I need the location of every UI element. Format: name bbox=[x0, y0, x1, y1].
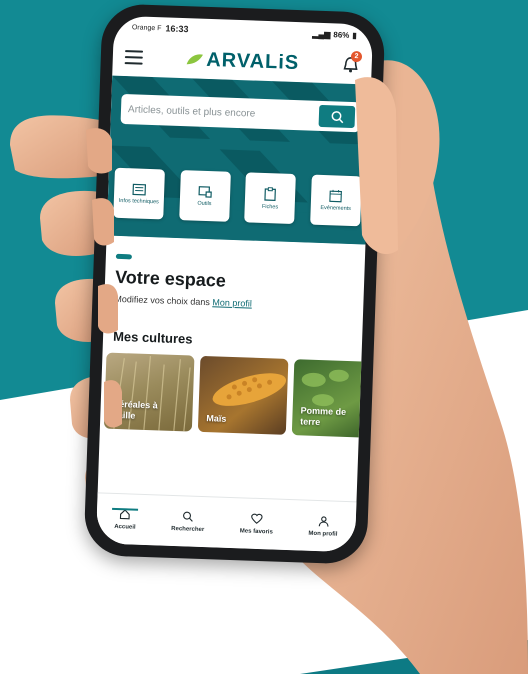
search-icon bbox=[183, 511, 194, 522]
cultures-heading: Mes cultures bbox=[112, 328, 193, 347]
search-button[interactable] bbox=[318, 104, 356, 129]
culture-label: Maïs bbox=[206, 413, 227, 424]
section-accent bbox=[115, 253, 132, 260]
heart-icon bbox=[251, 513, 263, 524]
main-content: Votre espace Modifiez vos choix dans Mon… bbox=[100, 236, 374, 439]
document-icon bbox=[132, 183, 147, 195]
quick-link-label: Evénements bbox=[320, 204, 352, 213]
battery-icon: ▮ bbox=[352, 30, 357, 40]
leaf-logo-icon bbox=[186, 54, 203, 65]
tab-accueil[interactable]: Accueil bbox=[114, 508, 136, 531]
quick-link-label: Outils bbox=[197, 200, 212, 207]
tab-favoris[interactable]: Mes favoris bbox=[240, 512, 274, 535]
cultures-list: Céréales à paille Maïs Pomme de terre bbox=[103, 352, 374, 439]
battery-percent: 86% bbox=[333, 29, 350, 40]
carrier-label: Orange F bbox=[131, 23, 162, 32]
subtitle-text: Modifiez vos choix dans bbox=[114, 293, 211, 308]
arvalis-logo[interactable]: ARVALiS bbox=[185, 48, 300, 75]
tab-label: Mes favoris bbox=[239, 528, 273, 536]
bottom-tab-bar: Accueil Rechercher Mes favoris Mon profi… bbox=[95, 492, 357, 553]
tab-label: Accueil bbox=[114, 523, 136, 531]
search-input[interactable]: Articles, outils et plus encore bbox=[128, 104, 319, 122]
culture-card-pomme-de-terre[interactable]: Pomme de terre bbox=[291, 359, 374, 439]
tab-label: Mon profil bbox=[308, 530, 338, 538]
tab-profil[interactable]: Mon profil bbox=[308, 515, 338, 538]
smartphone: Orange F 16:33 ▂▄▆ 86% ▮ ARVALiS 2 Artic… bbox=[83, 3, 386, 565]
quick-link-infos[interactable]: Infos techniques bbox=[113, 167, 165, 220]
quick-links: Infos techniques Outils Fiches Evénement… bbox=[113, 167, 362, 227]
culture-label: Céréales à paille bbox=[112, 398, 158, 421]
culture-card-mais[interactable]: Maïs bbox=[197, 355, 289, 435]
page-title: Votre espace bbox=[114, 266, 227, 291]
signal-icon: ▂▄▆ bbox=[312, 29, 331, 39]
bell-icon[interactable]: 2 bbox=[341, 50, 363, 75]
notification-badge: 2 bbox=[350, 50, 363, 63]
tab-label: Rechercher bbox=[171, 525, 205, 534]
space-subtitle: Modifiez vos choix dans Mon profil bbox=[114, 294, 353, 312]
tab-rechercher[interactable]: Rechercher bbox=[171, 510, 205, 533]
quick-link-label: Infos techniques bbox=[118, 197, 159, 205]
clock: 16:33 bbox=[165, 23, 189, 35]
logo-text: ARVALiS bbox=[205, 48, 300, 74]
tools-icon bbox=[198, 185, 212, 198]
hamburger-icon[interactable] bbox=[124, 50, 144, 65]
quick-link-label: Fiches bbox=[261, 203, 279, 210]
hero-banner: Articles, outils et plus encore Infos te… bbox=[106, 75, 372, 245]
calendar-icon bbox=[329, 189, 343, 203]
quick-link-fiches[interactable]: Fiches bbox=[244, 172, 297, 225]
profile-link[interactable]: Mon profil bbox=[212, 297, 252, 308]
user-icon bbox=[318, 516, 329, 527]
quick-link-outils[interactable]: Outils bbox=[178, 170, 231, 222]
culture-card-cereales[interactable]: Céréales à paille bbox=[103, 352, 195, 432]
app-screen: Orange F 16:33 ▂▄▆ 86% ▮ ARVALiS 2 Artic… bbox=[95, 15, 374, 553]
search-icon bbox=[331, 110, 343, 123]
home-icon bbox=[120, 509, 131, 520]
culture-label: Pomme de terre bbox=[300, 405, 347, 428]
quick-link-evenements[interactable]: Evénements bbox=[310, 174, 362, 227]
clipboard-icon bbox=[264, 186, 277, 201]
